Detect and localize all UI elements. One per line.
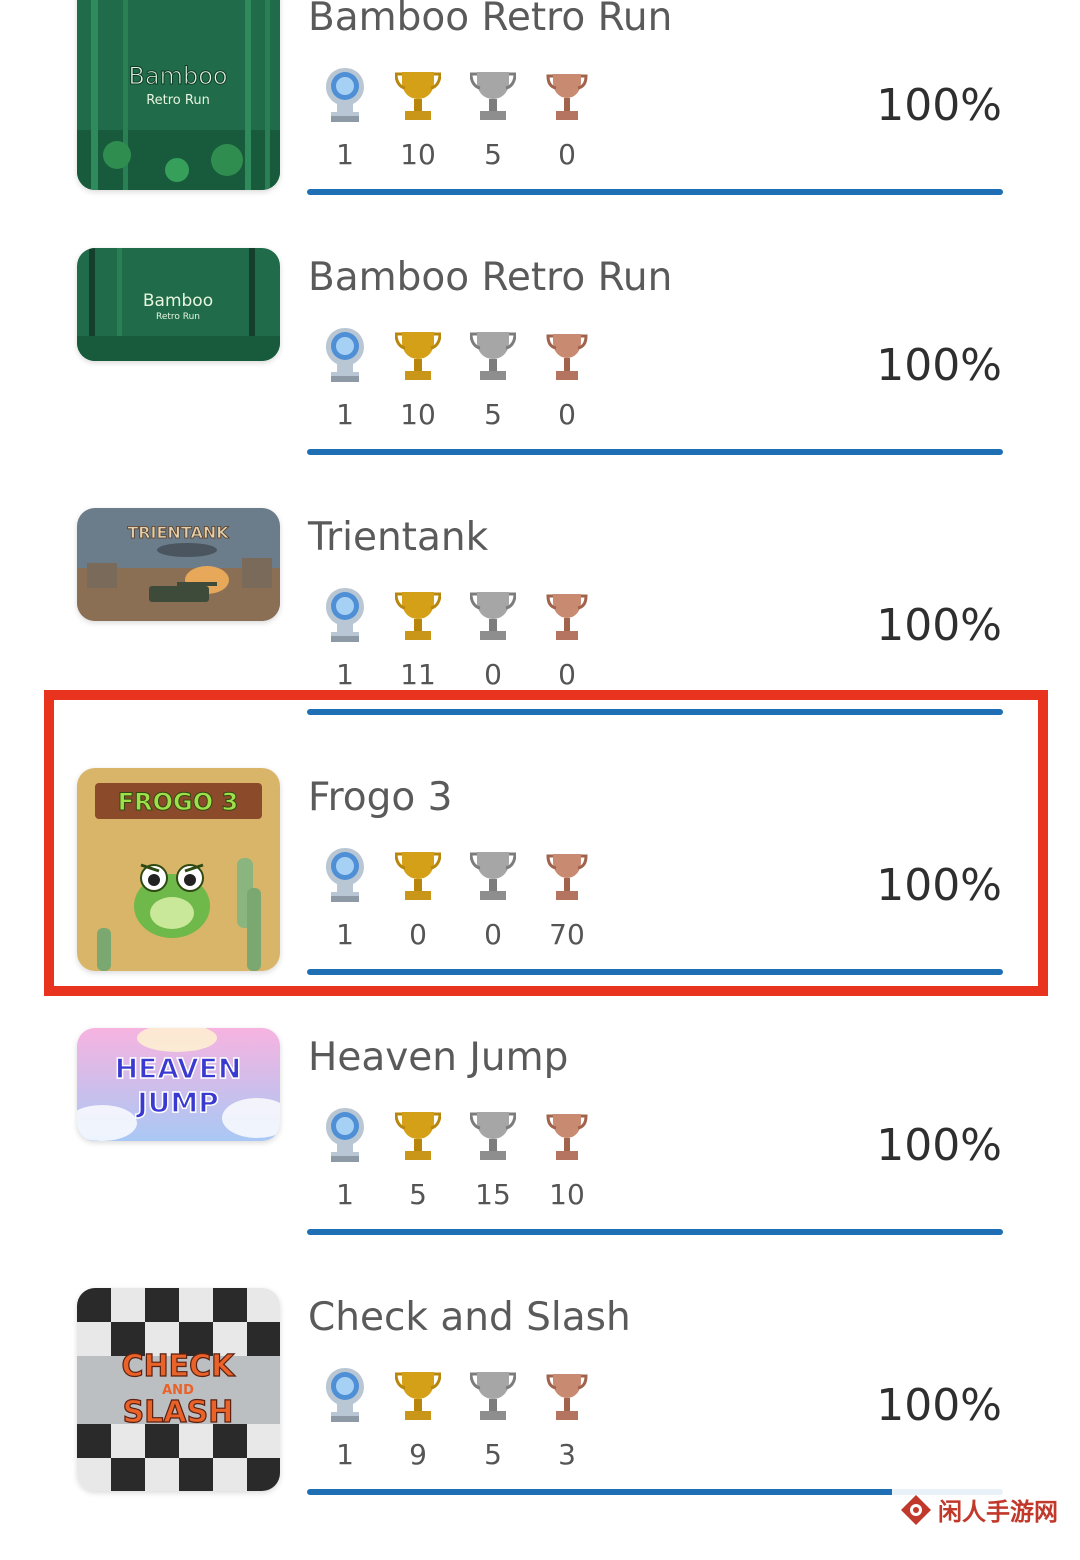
- progress-bar: [307, 449, 1003, 455]
- game-cover[interactable]: HEAVEN JUMP: [77, 1028, 280, 1141]
- cover-subtitle: JUMP: [135, 1086, 219, 1119]
- highlight-box: [44, 690, 1048, 996]
- cover-title: HEAVEN: [115, 1052, 242, 1085]
- silver-trophy-icon: [470, 64, 516, 126]
- bronze-count: 0: [558, 138, 576, 171]
- game-title: Bamboo Retro Run: [308, 255, 673, 300]
- completion-percent: 100%: [876, 600, 1002, 651]
- silver-count: 15: [475, 1178, 511, 1211]
- silver-count: 5: [484, 398, 502, 431]
- bronze-trophy-icon: [544, 584, 590, 646]
- gold-count: 10: [400, 138, 436, 171]
- gold-trophy-icon: [395, 64, 441, 126]
- platinum-trophy-icon: [322, 64, 368, 126]
- bronze-count: 0: [558, 658, 576, 691]
- bronze-trophy-icon: [544, 64, 590, 126]
- silver-trophy-icon: [470, 324, 516, 386]
- heaven-jump-cover-art: HEAVEN JUMP: [77, 1028, 280, 1141]
- bronze-trophy-icon: [544, 1104, 590, 1166]
- platinum-trophy-icon: [322, 1104, 368, 1166]
- watermark: 闲人手游网: [892, 1488, 1066, 1531]
- completion-percent: 100%: [876, 1380, 1002, 1431]
- silver-count: 5: [484, 1438, 502, 1471]
- game-title: Heaven Jump: [308, 1035, 569, 1080]
- platinum-count: 1: [336, 398, 354, 431]
- silver-trophy-icon: [470, 1364, 516, 1426]
- platinum-trophy-icon: [322, 1364, 368, 1426]
- gold-trophy-icon: [395, 1364, 441, 1426]
- platinum-trophy-icon: [322, 324, 368, 386]
- game-title: Trientank: [308, 515, 489, 560]
- bronze-trophy-icon: [544, 1364, 590, 1426]
- game-cover[interactable]: TRIENTANK: [77, 508, 280, 621]
- trientank-cover-art: TRIENTANK: [77, 508, 280, 621]
- silver-count: 0: [484, 658, 502, 691]
- bronze-count: 10: [549, 1178, 585, 1211]
- game-row[interactable]: HEAVEN JUMP Heaven Jump 1 5 15 10 100%: [0, 1028, 1080, 1300]
- game-row[interactable]: Bamboo Retro Run Bamboo Retro Run 1 10 5…: [0, 248, 1080, 520]
- watermark-text: 闲人手游网: [938, 1498, 1058, 1526]
- bamboo-cover-art: Bamboo Retro Run: [77, 248, 280, 361]
- game-title: Bamboo Retro Run: [308, 0, 673, 40]
- silver-trophy-icon: [470, 1104, 516, 1166]
- platinum-count: 1: [336, 138, 354, 171]
- cover-subtitle: Retro Run: [146, 93, 210, 108]
- gold-count: 9: [409, 1438, 427, 1471]
- cover-title: CHECK: [122, 1349, 237, 1384]
- game-row[interactable]: Bamboo Retro Run Bamboo Retro Run 1 10 5…: [0, 0, 1080, 260]
- gold-count: 11: [400, 658, 436, 691]
- cover-title: Bamboo: [143, 291, 213, 311]
- game-title: Check and Slash: [308, 1295, 631, 1340]
- platinum-count: 1: [336, 1178, 354, 1211]
- bamboo-cover-art: Bamboo Retro Run: [77, 0, 280, 190]
- bronze-trophy-icon: [544, 324, 590, 386]
- completion-percent: 100%: [876, 340, 1002, 391]
- platinum-trophy-icon: [322, 584, 368, 646]
- cover-subtitle: SLASH: [123, 1395, 234, 1430]
- gold-trophy-icon: [395, 324, 441, 386]
- cover-subtitle: Retro Run: [156, 312, 200, 322]
- silver-count: 5: [484, 138, 502, 171]
- silver-trophy-icon: [470, 584, 516, 646]
- check-and-slash-cover-art: CHECK AND SLASH: [77, 1288, 280, 1491]
- platinum-count: 1: [336, 658, 354, 691]
- bronze-count: 0: [558, 398, 576, 431]
- game-cover[interactable]: Bamboo Retro Run: [77, 0, 280, 190]
- cover-title: Bamboo: [128, 62, 227, 90]
- completion-percent: 100%: [876, 80, 1002, 131]
- game-cover[interactable]: Bamboo Retro Run: [77, 248, 280, 361]
- gold-count: 10: [400, 398, 436, 431]
- gold-trophy-icon: [395, 584, 441, 646]
- progress-bar: [307, 1229, 1003, 1235]
- platinum-count: 1: [336, 1438, 354, 1471]
- gold-trophy-icon: [395, 1104, 441, 1166]
- gold-count: 5: [409, 1178, 427, 1211]
- diamond-logo-icon: [901, 1494, 931, 1525]
- progress-bar: [307, 189, 1003, 195]
- cover-title: TRIENTANK: [127, 523, 229, 542]
- bronze-count: 3: [558, 1438, 576, 1471]
- game-cover[interactable]: CHECK AND SLASH: [77, 1288, 280, 1491]
- completion-percent: 100%: [876, 1120, 1002, 1171]
